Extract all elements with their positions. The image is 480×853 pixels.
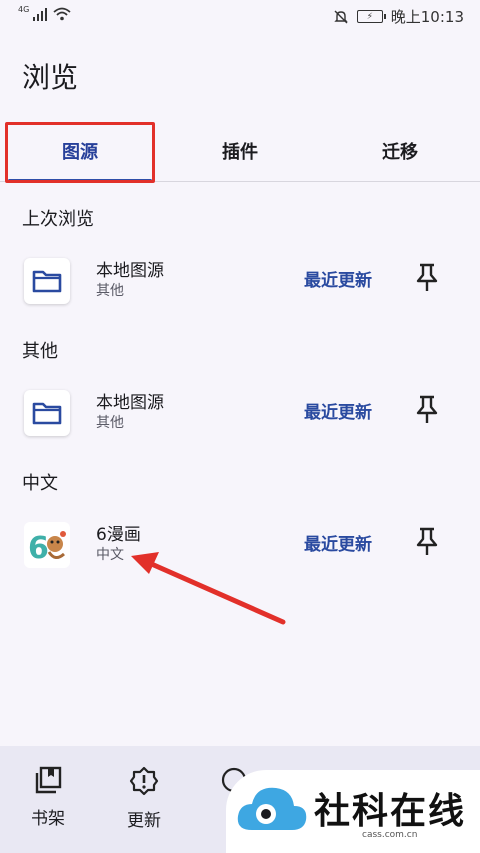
source-language: 其他: [96, 283, 124, 299]
network-type: 4G: [18, 4, 30, 14]
clock: 晚上10:13: [390, 8, 464, 26]
folder-icon: [24, 258, 70, 304]
signal-icon: [33, 8, 48, 21]
latest-updates-button[interactable]: 最近更新: [304, 398, 372, 423]
section-header-last-browsed: 上次浏览: [22, 209, 94, 230]
wifi-icon: [53, 7, 71, 21]
annotation-highlight-box: [5, 122, 155, 183]
nav-updates[interactable]: 更新: [114, 766, 174, 831]
nav-label: 更新: [127, 811, 161, 831]
tab-label: 插件: [222, 141, 258, 163]
source-language: 其他: [96, 415, 124, 431]
annotation-arrow: [131, 552, 286, 625]
pin-icon[interactable]: [414, 394, 440, 424]
watermark-url: cass.com.cn: [362, 830, 418, 840]
tab-extensions[interactable]: 插件: [160, 120, 320, 181]
bookshelf-icon: [35, 766, 62, 794]
watermark: 社科在线 cass.com.cn: [226, 770, 480, 853]
status-bar: 4G ⚡ 晚上10:13: [0, 0, 480, 34]
battery-charging-icon: ⚡: [366, 11, 373, 22]
source-language: 中文: [96, 547, 124, 563]
source-row[interactable]: 本地图源 其他 最近更新: [0, 376, 480, 454]
status-left: 4G: [18, 4, 71, 21]
mute-bell-icon: [334, 10, 348, 23]
latest-updates-button[interactable]: 最近更新: [304, 530, 372, 555]
pin-icon[interactable]: [414, 526, 440, 556]
section-header-other: 其他: [22, 341, 58, 362]
source-name: 本地图源: [96, 393, 164, 413]
pin-icon[interactable]: [414, 262, 440, 292]
latest-updates-button[interactable]: 最近更新: [304, 266, 372, 291]
folder-icon: [24, 390, 70, 436]
svg-text:6: 6: [28, 531, 49, 566]
nav-bookshelf[interactable]: 书架: [18, 766, 78, 829]
watermark-text: 社科在线: [314, 791, 467, 832]
source-name: 本地图源: [96, 261, 164, 281]
tab-label: 迁移: [382, 141, 418, 163]
section-header-chinese: 中文: [22, 473, 58, 494]
status-right: ⚡ 晚上10:13: [333, 6, 464, 27]
nav-label: 书架: [31, 809, 65, 829]
update-alert-icon: [129, 766, 159, 796]
source-row[interactable]: 本地图源 其他 最近更新: [0, 244, 480, 322]
source-name: 6漫画: [96, 525, 141, 545]
page-title: 浏览: [22, 61, 79, 94]
battery-icon: ⚡: [356, 10, 386, 23]
tab-migrate[interactable]: 迁移: [320, 120, 480, 181]
watermark-logo: [237, 787, 307, 830]
6manhua-logo: 6: [24, 522, 70, 568]
